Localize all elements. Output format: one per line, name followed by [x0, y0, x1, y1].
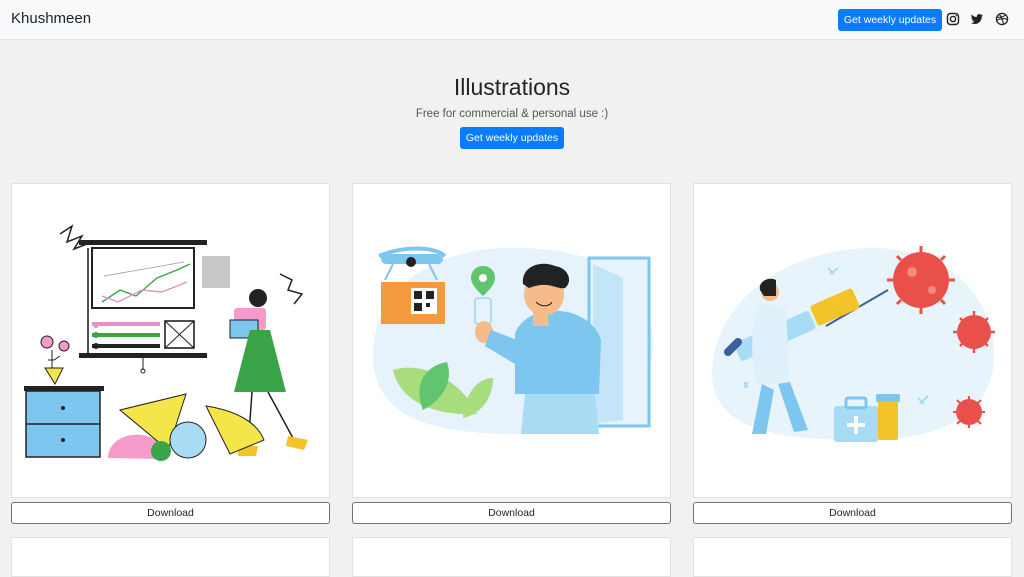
- download-button[interactable]: Download: [11, 502, 330, 524]
- download-button[interactable]: Download: [693, 502, 1012, 524]
- dribbble-icon[interactable]: [995, 12, 1009, 26]
- illustration-card[interactable]: [693, 537, 1012, 577]
- page-subtitle: Free for commercial & personal use :): [415, 108, 609, 120]
- presentation-illustration: [24, 224, 308, 461]
- illustration-card[interactable]: [352, 537, 671, 577]
- page-title: Illustrations: [453, 74, 571, 100]
- illustration-card[interactable]: [352, 183, 671, 498]
- illustration-card[interactable]: [11, 537, 330, 577]
- instagram-icon[interactable]: [946, 12, 960, 26]
- navbar: Khushmeen Get weekly updates: [0, 0, 1024, 40]
- virus-large: [887, 246, 955, 314]
- vaccine-illustration: [712, 246, 995, 442]
- brand-name[interactable]: Khushmeen: [11, 10, 91, 27]
- illustration-card[interactable]: [693, 183, 1012, 498]
- download-button[interactable]: Download: [352, 502, 671, 524]
- navbar-updates-button[interactable]: Get weekly updates: [838, 9, 942, 31]
- delivery-illustration: [373, 246, 653, 434]
- illustration-card[interactable]: [11, 183, 330, 498]
- twitter-icon[interactable]: [970, 12, 984, 26]
- hero-updates-button[interactable]: Get weekly updates: [460, 127, 564, 149]
